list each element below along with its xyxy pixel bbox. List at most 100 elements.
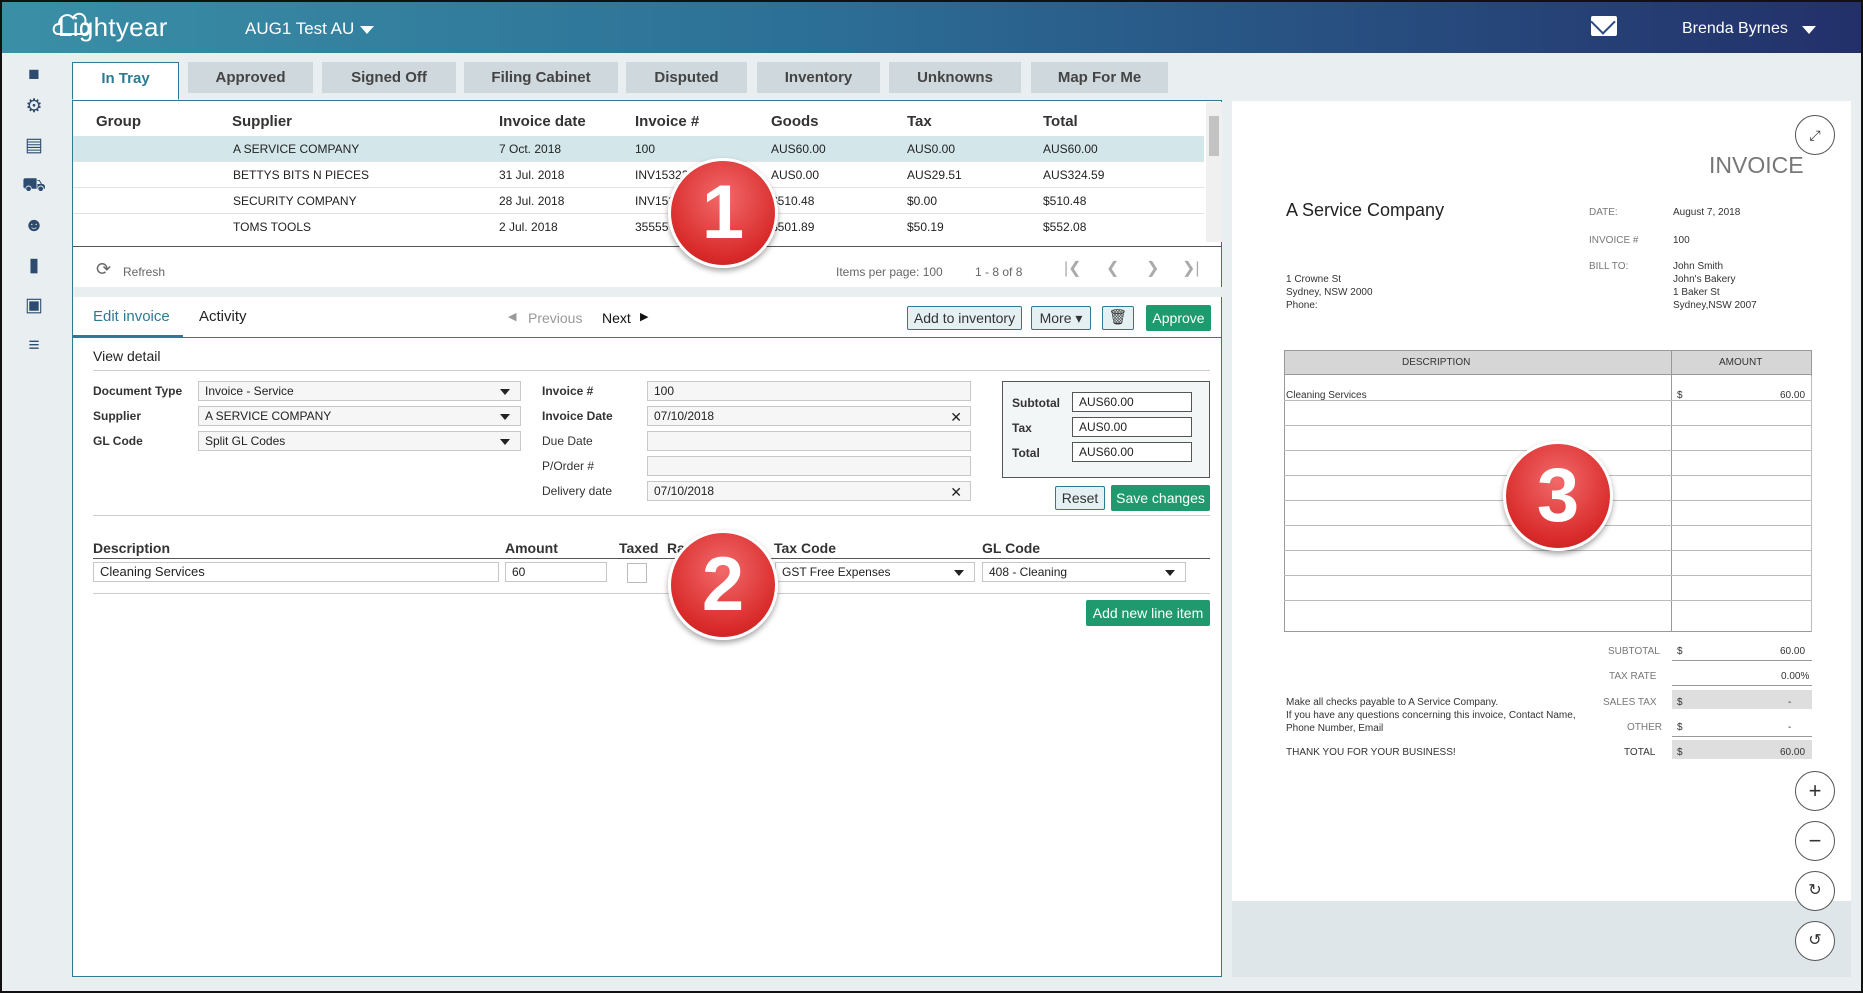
total-input[interactable]: AUS60.00 [1072,442,1192,462]
prev-caret-icon[interactable]: ◀ [508,310,516,323]
store-icon[interactable]: ▣ [22,296,46,316]
tab-disputed[interactable]: Disputed [626,62,747,93]
invoice-row-line [1284,551,1812,576]
next-button[interactable]: Next [602,310,631,326]
clear-icon[interactable]: ✕ [950,483,962,501]
cell-supplier: TOMS TOOLS [233,220,312,234]
resize-handle[interactable] [73,287,1222,297]
tab-unknowns[interactable]: Unknowns [889,62,1021,93]
due-date-input[interactable] [647,431,971,451]
add-line-item-button[interactable]: Add new line item [1086,600,1210,626]
line-description-input[interactable]: Cleaning Services [93,562,499,582]
first-page-icon[interactable]: |❮ [1064,258,1082,278]
delivery-date-input[interactable]: 07/10/2018 ✕ [647,481,971,501]
taxed-checkbox[interactable] [627,563,647,583]
checklist-icon[interactable]: ≡ [22,336,46,356]
zoom-in-icon[interactable]: + [1795,771,1835,811]
tab-inventory[interactable]: Inventory [757,62,880,93]
truck-icon[interactable]: ⛟ [22,176,46,196]
invoice-line-currency: $ [1677,390,1683,401]
line-tax-code-select[interactable]: GST Free Expenses [775,562,975,582]
app-logo[interactable]: Lightyear [52,12,168,43]
invoice-subtotal-label: SUBTOTAL [1608,646,1660,657]
invoice-number-input[interactable]: 100 [647,381,971,401]
tab-in-tray[interactable]: In Tray [72,62,179,100]
table-scrollbar[interactable] [1206,102,1222,242]
rotate-counterclockwise-icon[interactable]: ↺ [1795,921,1835,961]
prev-page-icon[interactable]: ❮ [1106,258,1119,278]
next-caret-icon[interactable]: ▶ [640,310,648,323]
bar-chart-icon[interactable]: ▮ [22,256,46,276]
cell-supplier: BETTYS BITS N PIECES [233,168,370,182]
add-to-inventory-button[interactable]: Add to inventory [907,306,1022,330]
clear-icon[interactable]: ✕ [950,408,962,426]
col-group[interactable]: Group [96,113,141,130]
tab-signed-off[interactable]: Signed Off [322,62,456,93]
user-menu[interactable]: Brenda Byrnes [1682,20,1788,38]
tab-map-for-me[interactable]: Map For Me [1031,62,1168,93]
tab-activity[interactable]: Activity [199,308,247,325]
refresh-button[interactable]: Refresh [123,265,165,279]
table-row[interactable]: TOMS TOOLS 2 Jul. 2018 35555 $501.89 $50… [73,214,1204,240]
invoice-date-input[interactable]: 07/10/2018 ✕ [647,406,971,426]
org-caret-icon[interactable] [360,26,374,34]
next-page-icon[interactable]: ❯ [1146,258,1159,278]
rotate-clockwise-icon[interactable]: ↻ [1795,871,1835,911]
line-gl-code-select[interactable]: 408 - Cleaning [982,562,1186,582]
mail-icon[interactable] [1591,16,1617,36]
table-row[interactable]: SECURITY COMPANY 28 Jul. 2018 INV152 $51… [73,188,1204,214]
col-supplier[interactable]: Supplier [232,113,292,130]
bill-to-line: John Smith [1673,261,1724,272]
more-button[interactable]: More ▾ [1031,306,1091,330]
delivery-date-value: 07/10/2018 [654,484,715,498]
approve-button[interactable]: Approve [1146,305,1211,331]
tab-edit-invoice[interactable]: Edit invoice [93,308,170,325]
zoom-out-icon[interactable]: − [1795,821,1835,861]
bill-to-line: John's Bakery [1673,274,1736,285]
supplier-select[interactable]: A SERVICE COMPANY [198,406,521,426]
add-user-icon[interactable]: ☻ [22,216,46,236]
invoice-title: INVOICE [1709,152,1804,178]
line-amount-input[interactable]: 60 [505,562,607,582]
invoice-col-description: DESCRIPTION [1402,357,1471,368]
purchase-order-label: P/Order # [542,459,595,473]
org-selector[interactable]: AUG1 Test AU [245,19,354,39]
invoice-other: - [1788,722,1792,733]
reset-button[interactable]: Reset [1055,486,1105,510]
col-total[interactable]: Total [1043,113,1078,130]
expand-icon[interactable]: ⤢ [1795,115,1835,155]
gl-code-select[interactable]: Split GL Codes [198,431,521,451]
user-caret-icon[interactable] [1802,26,1816,34]
refresh-icon[interactable]: ⟳ [96,259,111,280]
bill-to-line: Sydney,NSW 2007 [1673,300,1757,311]
save-changes-button[interactable]: Save changes [1111,485,1210,511]
invoice-sales-tax-label: SALES TAX [1603,697,1657,708]
table-row[interactable]: BETTYS BITS N PIECES 31 Jul. 2018 INV153… [73,162,1204,188]
tab-filing-cabinet[interactable]: Filing Cabinet [464,62,618,93]
briefcase-icon[interactable]: ■ [22,65,46,85]
col-invoice-no[interactable]: Invoice # [635,113,699,130]
due-date-label: Due Date [542,434,593,448]
tab-approved[interactable]: Approved [188,62,313,93]
last-page-icon[interactable]: ❯| [1182,258,1200,278]
purchase-order-input[interactable] [647,456,971,476]
cell-tax: AUS29.51 [907,168,962,182]
previous-button[interactable]: Previous [528,310,582,326]
col-goods[interactable]: Goods [771,113,819,130]
trash-icon[interactable]: 🗑 [1102,306,1134,330]
invoice-company: A Service Company [1286,200,1445,220]
credit-card-icon[interactable]: ▤ [22,136,46,156]
gl-code-label: GL Code [93,434,143,448]
col-tax[interactable]: Tax [907,113,932,130]
cell-goods: $501.89 [771,220,815,234]
gear-icon[interactable]: ⚙ [22,97,46,117]
scroll-thumb[interactable] [1209,116,1219,156]
subtotal-input[interactable]: AUS60.00 [1072,392,1192,412]
table-row[interactable]: A SERVICE COMPANY 7 Oct. 2018 100 AUS60.… [73,136,1204,162]
invoice-total: 60.00 [1780,747,1806,758]
col-invoice-date[interactable]: Invoice date [499,113,586,130]
document-type-select[interactable]: Invoice - Service [198,381,521,401]
tax-input[interactable]: AUS0.00 [1072,417,1192,437]
panel-splitter[interactable] [1222,100,1232,977]
items-per-page[interactable]: Items per page: 100 [836,265,943,279]
